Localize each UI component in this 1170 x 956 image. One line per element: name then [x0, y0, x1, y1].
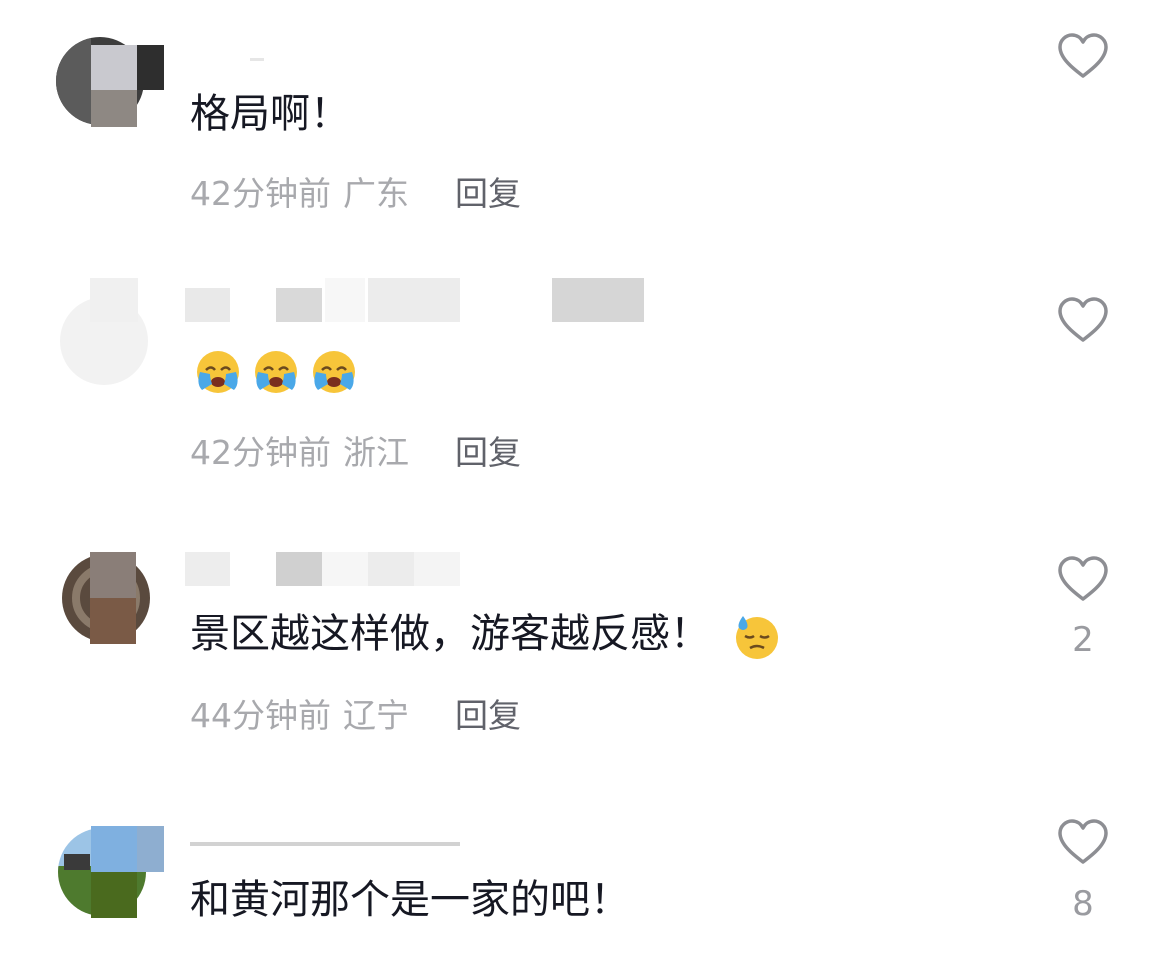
crying-emoji-group — [197, 351, 355, 393]
like-button[interactable] — [1056, 32, 1110, 80]
comment-location: 浙江 — [343, 433, 409, 472]
heart-icon — [1058, 297, 1108, 342]
comment-location: 辽宁 — [343, 696, 409, 735]
like-button[interactable] — [1056, 296, 1110, 344]
comment-meta: 42分钟前 浙江 回复 — [190, 433, 521, 473]
reply-button[interactable]: 回复 — [455, 174, 521, 213]
like-count: 8 — [1072, 884, 1094, 924]
comment-text-content: 景区越这样做，游客越反感！ — [190, 611, 710, 657]
loudly-crying-face-icon — [313, 351, 355, 393]
loudly-crying-face-icon — [255, 351, 297, 393]
comment-meta: 44分钟前 辽宁 回复 — [190, 696, 521, 736]
reply-button[interactable]: 回复 — [455, 433, 521, 472]
comment-text: 格局啊！ — [190, 91, 350, 137]
comment-text: 和黄河那个是一家的吧！ — [190, 877, 630, 923]
comment-meta: 42分钟前 广东 回复 — [190, 174, 521, 214]
heart-icon — [1058, 33, 1108, 78]
downcast-face-with-sweat-icon — [735, 616, 778, 659]
like-count: 2 — [1072, 620, 1094, 660]
comment-text: 景区越这样做，游客越反感！ — [190, 610, 783, 660]
heart-icon — [1058, 556, 1108, 601]
avatar[interactable] — [56, 35, 164, 127]
comment-time: 42分钟前 — [190, 433, 331, 472]
loudly-crying-face-icon — [197, 351, 239, 393]
reply-button[interactable]: 回复 — [455, 696, 521, 735]
heart-icon — [1058, 819, 1108, 864]
comment-text — [190, 346, 360, 396]
avatar[interactable] — [56, 552, 164, 644]
like-button[interactable] — [1056, 818, 1110, 866]
like-button[interactable] — [1056, 555, 1110, 603]
comment-time: 44分钟前 — [190, 696, 331, 735]
comment-time: 42分钟前 — [190, 174, 331, 213]
comment-location: 广东 — [343, 174, 409, 213]
avatar[interactable] — [56, 826, 164, 918]
